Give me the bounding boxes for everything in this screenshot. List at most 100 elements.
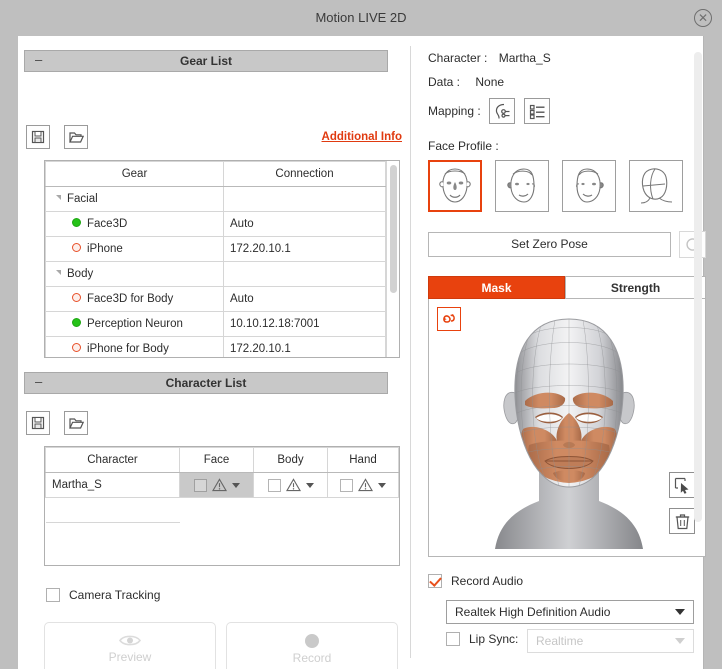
right-panel-scroll-thumb[interactable]	[694, 52, 702, 522]
tab-strength[interactable]: Strength	[565, 276, 706, 299]
character-body-dropdown-arrow[interactable]	[305, 482, 314, 488]
record-dot-icon	[305, 633, 319, 648]
character-info-row: Character : Martha_S	[428, 51, 551, 65]
lip-sync-mode-select[interactable]: Realtime	[527, 629, 694, 653]
gear-table-scrollbar[interactable]	[386, 161, 399, 357]
motion-live-2d-window: Motion LIVE 2D ✕ – Gear List Additional …	[0, 0, 722, 669]
character-table-header-row: Character Face Body Hand	[45, 447, 399, 473]
record-button[interactable]: Record	[226, 622, 398, 669]
character-open-folder-icon[interactable]	[64, 411, 89, 435]
character-table: Character Face Body Hand Martha_S	[44, 446, 400, 566]
rotate-mask-icon[interactable]	[437, 307, 461, 331]
table-row[interactable]: iPhone for Body 172.20.10.1	[45, 336, 386, 357]
audio-device-select[interactable]: Realtek High Definition Audio	[446, 600, 694, 624]
gear-connection-value	[223, 186, 386, 212]
character-name-cell[interactable]: Martha_S	[45, 472, 180, 498]
eye-icon	[119, 635, 141, 646]
right-panel-scrollbar[interactable]	[692, 44, 704, 604]
data-info-row: Data : None	[428, 75, 504, 89]
set-zero-pose-button[interactable]: Set Zero Pose	[428, 232, 671, 257]
tab-mask[interactable]: Mask	[428, 276, 565, 299]
record-button-label: Record	[292, 650, 332, 665]
table-row[interactable]: Martha_S	[45, 472, 399, 498]
character-face-checkbox[interactable]	[193, 478, 207, 492]
gear-col-connection: Connection	[223, 161, 386, 187]
gear-connection-value: 172.20.10.1	[223, 336, 386, 357]
character-col-character: Character	[45, 447, 180, 473]
preview-button[interactable]: Preview	[44, 622, 216, 669]
character-list-title: Character List	[165, 376, 247, 390]
table-row[interactable]: Body	[45, 261, 386, 287]
status-connected-icon	[72, 318, 81, 328]
record-audio-checkbox[interactable]	[428, 574, 442, 588]
character-hand-dropdown-arrow[interactable]	[378, 482, 386, 488]
character-field-value: Martha_S	[498, 51, 551, 65]
expand-triangle-icon[interactable]	[56, 270, 61, 276]
left-panel: – Gear List Additional Info Gear Connect…	[18, 36, 410, 669]
table-row[interactable]: Perception Neuron 10.10.12.18:7001	[45, 311, 386, 337]
gear-save-icon[interactable]	[26, 125, 50, 149]
character-body-cell[interactable]	[253, 472, 328, 498]
gear-list-section-header[interactable]: – Gear List	[24, 50, 388, 72]
camera-tracking-label: Camera Tracking	[69, 588, 161, 602]
face-profile-1[interactable]	[495, 160, 549, 212]
character-body-checkbox[interactable]	[267, 478, 281, 492]
character-grid: Character Face Body Hand Martha_S	[45, 447, 399, 548]
face-three-quarter-right-icon	[576, 168, 604, 203]
face-profile-0[interactable]	[428, 160, 482, 212]
record-audio-label: Record Audio	[451, 574, 524, 588]
gear-list-collapse-icon[interactable]: –	[35, 51, 42, 71]
gear-item-label: Face3D	[45, 211, 224, 237]
character-field-label: Character :	[428, 51, 488, 65]
gear-group-label: Facial	[45, 186, 224, 212]
character-save-icon[interactable]	[26, 411, 50, 435]
lip-sync-row[interactable]: Lip Sync:	[446, 632, 518, 646]
title-bar: Motion LIVE 2D ✕	[0, 0, 722, 36]
table-row[interactable]: Facial	[45, 186, 386, 212]
status-disconnected-icon	[72, 343, 81, 353]
gear-item-label: Face3D for Body	[45, 286, 224, 312]
status-disconnected-icon	[72, 243, 81, 253]
additional-info-link[interactable]: Additional Info	[322, 131, 402, 143]
face-wireframe-icon	[640, 168, 673, 204]
gear-connection-value: 172.20.10.1	[223, 236, 386, 262]
gear-group-label: Body	[45, 261, 224, 287]
face-profile-3[interactable]	[629, 160, 683, 212]
close-icon[interactable]: ✕	[694, 9, 712, 27]
character-list-collapse-icon[interactable]: –	[35, 373, 42, 393]
table-row[interactable]: Face3D for Body Auto	[45, 286, 386, 312]
character-hand-cell[interactable]	[327, 472, 399, 498]
character-col-body: Body	[253, 447, 328, 473]
gear-table-scroll-thumb[interactable]	[390, 165, 397, 293]
character-list-section-header[interactable]: – Character List	[24, 372, 388, 394]
table-row[interactable]: iPhone 172.20.10.1	[45, 236, 386, 262]
table-row[interactable]: Face3D Auto	[45, 211, 386, 237]
gear-open-folder-icon[interactable]	[64, 125, 89, 149]
gear-col-gear: Gear	[45, 161, 224, 187]
gear-list-title: Gear List	[179, 54, 233, 68]
list-mapping-icon[interactable]	[524, 98, 550, 124]
mask-strength-tabs: Mask Strength	[428, 276, 706, 299]
face-front-icon	[439, 168, 471, 203]
record-audio-row[interactable]: Record Audio	[428, 574, 523, 588]
face-profile-2[interactable]	[562, 160, 616, 212]
character-hand-checkbox[interactable]	[340, 478, 353, 492]
lip-sync-checkbox[interactable]	[446, 632, 460, 646]
expand-triangle-icon[interactable]	[56, 195, 61, 201]
chevron-down-icon-lipsync	[675, 638, 685, 644]
mask-preview-panel[interactable]	[428, 299, 706, 557]
character-face-dropdown-arrow[interactable]	[231, 482, 240, 488]
audio-device-value: Realtek High Definition Audio	[455, 605, 611, 619]
gear-table: Gear Connection Facial Face3D Auto iPhone 17…	[44, 160, 400, 358]
gear-item-label: Perception Neuron	[45, 311, 224, 337]
head-mesh-preview	[495, 318, 643, 549]
gear-connection-value: 10.10.12.18:7001	[223, 311, 386, 337]
right-panel: Character : Martha_S Data : None Mapping…	[411, 36, 706, 669]
gear-connection-value: Auto	[223, 211, 386, 237]
camera-tracking-row[interactable]: Camera Tracking	[46, 588, 160, 602]
preview-button-label: Preview	[108, 650, 152, 664]
head-mapping-icon[interactable]	[489, 98, 515, 124]
gear-toolbar	[26, 125, 89, 149]
camera-tracking-checkbox[interactable]	[46, 588, 60, 602]
character-face-cell[interactable]	[179, 472, 254, 498]
